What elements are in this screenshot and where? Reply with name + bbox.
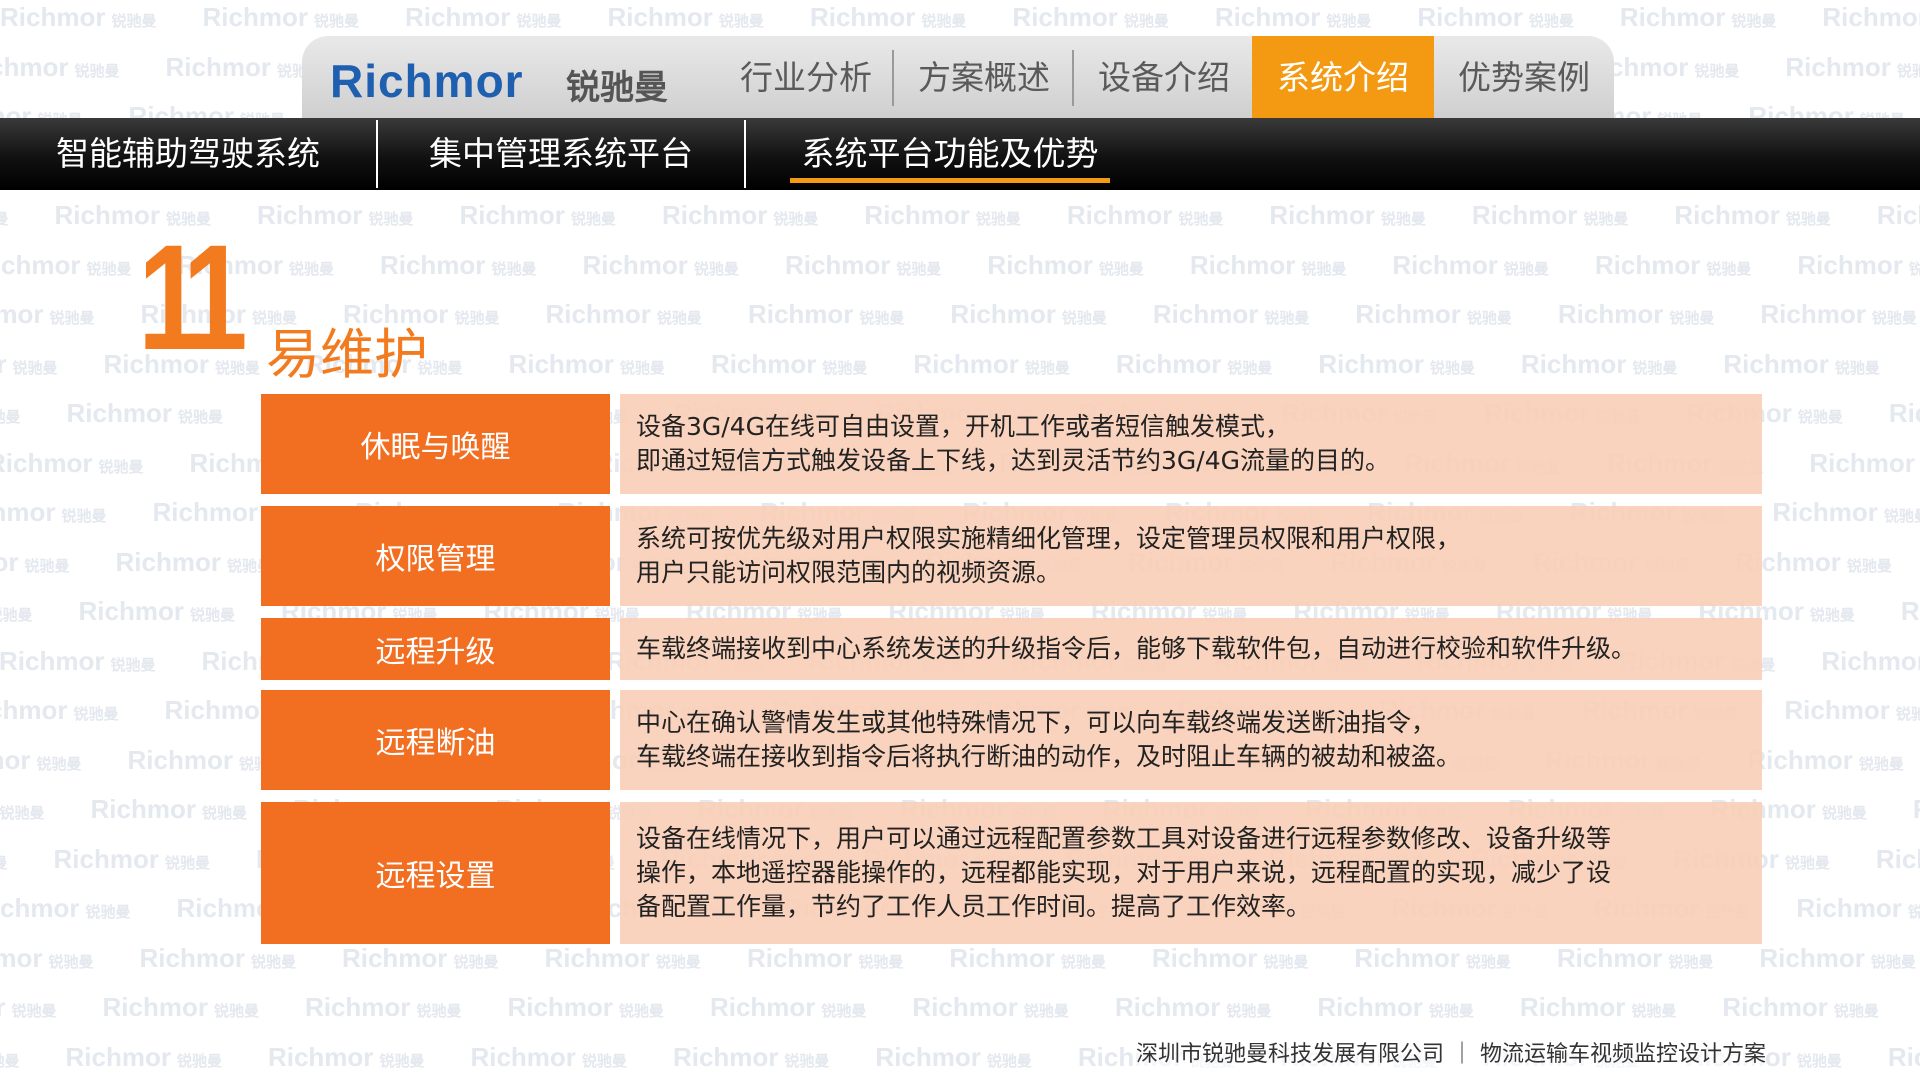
- nav-divider: [892, 50, 894, 106]
- watermark-row: Richmor锐驰曼Richmor锐驰曼Richmor锐驰曼Richmor锐驰曼…: [0, 249, 1920, 280]
- desc-line: 设备3G/4G在线可自由设置，开机工作或者短信触发模式，: [636, 412, 1290, 441]
- desc-line: 车载终端接收到中心系统发送的升级指令后，能够下载软件包，自动进行校验和软件升级。: [636, 634, 1637, 663]
- feature-desc-remote-fuel-cut: 中心在确认警情发生或其他特殊情况下，可以向车载终端发送断油指令， 车载终端在接收…: [620, 690, 1762, 790]
- feature-desc-sleep-wake: 设备3G/4G在线可自由设置，开机工作或者短信触发模式， 即通过短信方式触发设备…: [620, 394, 1762, 494]
- footer-company-text: 深圳市锐驰曼科技发展有限公司 ｜ 物流运输车视频监控设计方案: [1136, 1036, 1766, 1068]
- nav-tab-device-intro[interactable]: 设备介绍: [1076, 36, 1252, 118]
- nav-tab-system-intro[interactable]: 系统介绍: [1252, 36, 1434, 118]
- desc-line: 系统可按优先级对用户权限实施精细化管理，设定管理员权限和用户权限，: [636, 524, 1462, 553]
- desc-line: 备配置工作量，节约了工作人员工作时间。提高了工作效率。: [636, 892, 1312, 921]
- nav-divider: [1072, 50, 1074, 106]
- subtab-driver-assist-system[interactable]: 智能辅助驾驶系统: [0, 118, 376, 190]
- brand-logo-chinese: 锐驰曼: [566, 68, 668, 108]
- nav-tab-industry-analysis[interactable]: 行业分析: [718, 36, 894, 118]
- watermark-row: Richmor锐驰曼Richmor锐驰曼Richmor锐驰曼Richmor锐驰曼…: [0, 942, 1916, 973]
- feature-label-remote-fuel-cut: 远程断油: [261, 690, 610, 790]
- nav-tab-solution-overview[interactable]: 方案概述: [896, 36, 1072, 118]
- section-title: 易维护: [266, 323, 428, 386]
- desc-line: 设备在线情况下，用户可以通过远程配置参数工具对设备进行远程参数修改、设备升级等: [636, 824, 1612, 853]
- desc-line: 中心在确认警情发生或其他特殊情况下，可以向车载终端发送断油指令，: [636, 708, 1437, 737]
- feature-label-remote-settings: 远程设置: [261, 802, 610, 944]
- desc-line: 用户只能访问权限范围内的视频资源。: [636, 558, 1062, 587]
- nav-tab-advantage-cases[interactable]: 优势案例: [1436, 36, 1612, 118]
- feature-desc-remote-settings: 设备在线情况下，用户可以通过远程配置参数工具对设备进行远程参数修改、设备升级等 …: [620, 802, 1762, 944]
- feature-desc-permission: 系统可按优先级对用户权限实施精细化管理，设定管理员权限和用户权限， 用户只能访问…: [620, 506, 1762, 606]
- subtab-central-management-platform[interactable]: 集中管理系统平台: [378, 118, 744, 190]
- watermark-row: Richmor锐驰曼Richmor锐驰曼Richmor锐驰曼Richmor锐驰曼…: [0, 992, 1879, 1022]
- section-number: 11: [138, 213, 248, 381]
- feature-label-remote-upgrade: 远程升级: [261, 618, 610, 680]
- watermark-row: Richmor锐驰曼Richmor锐驰曼Richmor锐驰曼Richmor锐驰曼…: [0, 200, 1920, 230]
- feature-label-permission: 权限管理: [261, 506, 610, 606]
- brand-logo: Richmor: [330, 55, 524, 107]
- desc-line: 操作，本地遥控器能操作的，远程都能实现，对于用户来说，远程配置的实现，减少了设: [636, 858, 1612, 887]
- watermark-row: Richmor锐驰曼Richmor锐驰曼Richmor锐驰曼Richmor锐驰曼…: [0, 2, 1920, 32]
- feature-desc-remote-upgrade: 车载终端接收到中心系统发送的升级指令后，能够下载软件包，自动进行校验和软件升级。: [620, 618, 1762, 680]
- active-subtab-indicator: [790, 178, 1110, 183]
- feature-label-sleep-wake: 休眠与唤醒: [261, 394, 610, 494]
- desc-line: 车载终端在接收到指令后将执行断油的动作，及时阻止车辆的被劫和被盗。: [636, 742, 1462, 771]
- desc-line: 即通过短信方式触发设备上下线，达到灵活节约3G/4G流量的目的。: [636, 446, 1390, 475]
